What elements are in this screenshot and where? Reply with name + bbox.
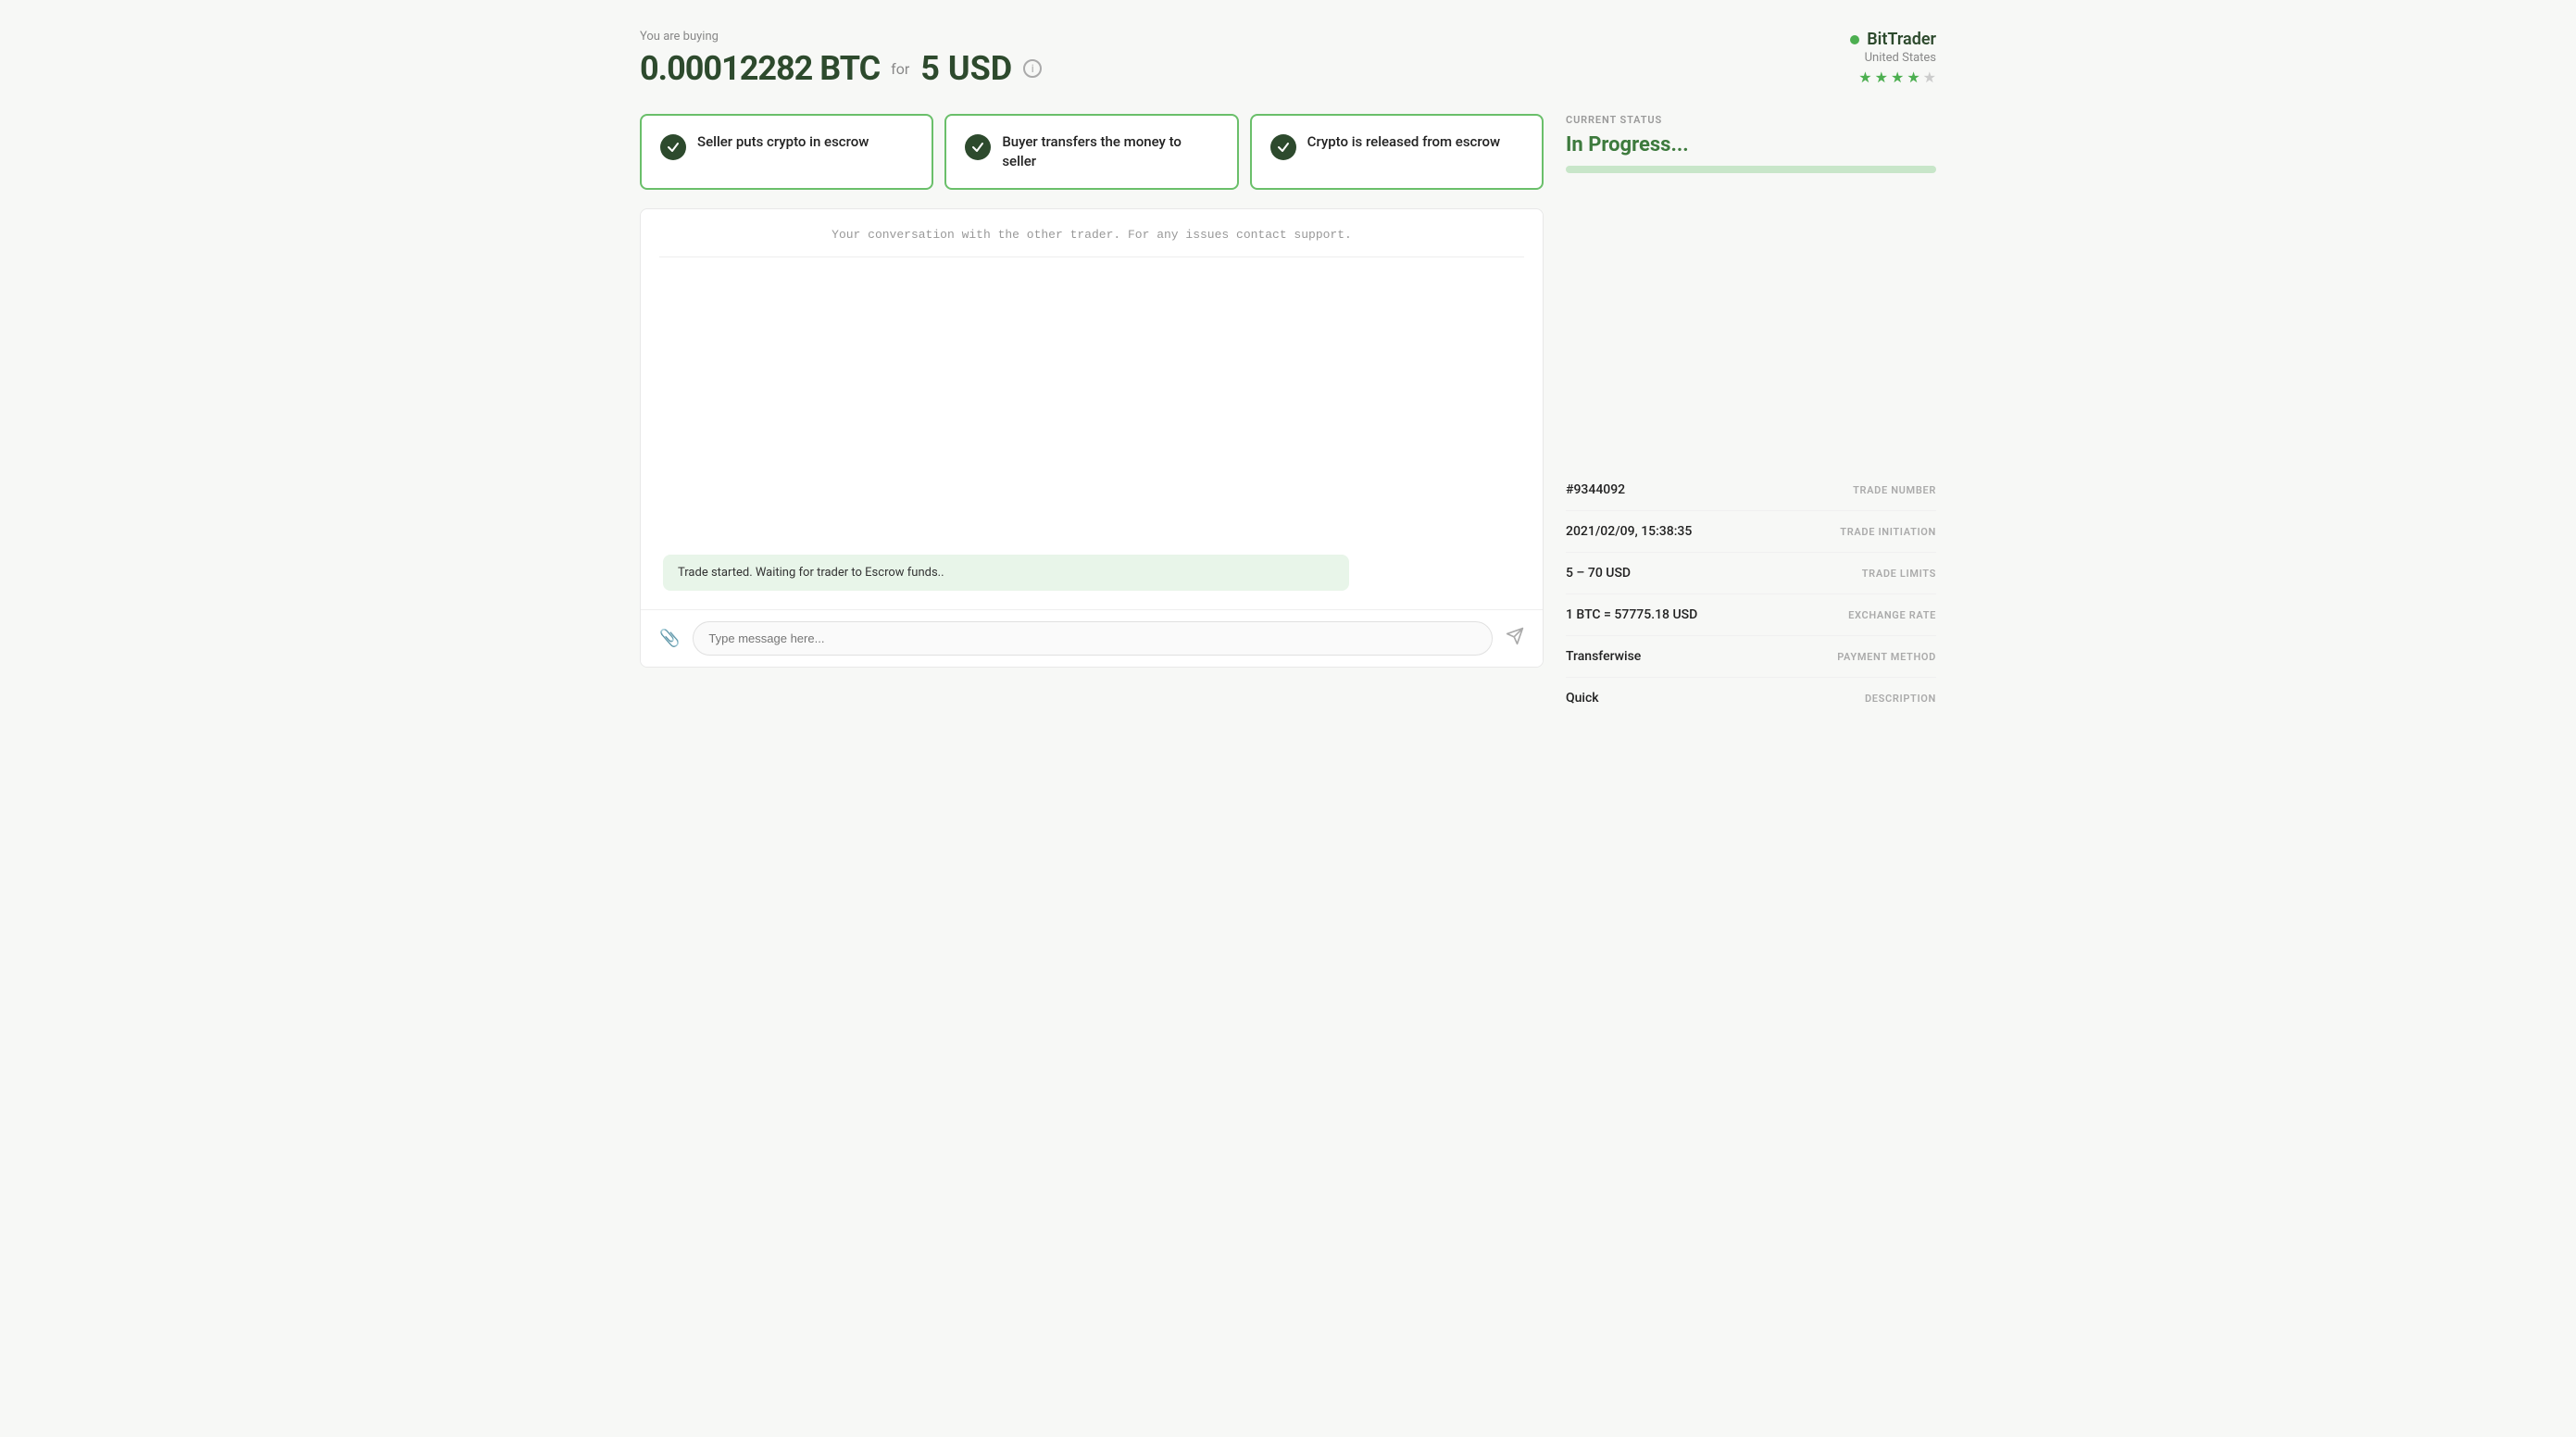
- step-card-1: Seller puts crypto in escrow: [640, 114, 933, 190]
- detail-label-4: PAYMENT METHOD: [1837, 651, 1936, 663]
- star-1: ★: [1858, 69, 1871, 86]
- detail-row-0: #9344092 TRADE NUMBER: [1566, 469, 1936, 511]
- step-card-3: Crypto is released from escrow: [1250, 114, 1544, 190]
- detail-label-2: TRADE LIMITS: [1862, 568, 1936, 580]
- send-icon[interactable]: [1502, 623, 1528, 654]
- star-2: ★: [1875, 69, 1888, 86]
- trader-country: United States: [1850, 51, 1936, 65]
- main-content: Seller puts crypto in escrow Buyer trans…: [640, 114, 1936, 718]
- detail-label-0: TRADE NUMBER: [1853, 484, 1936, 496]
- detail-row-4: Transferwise PAYMENT METHOD: [1566, 636, 1936, 678]
- chat-messages: Trade started. Waiting for trader to Esc…: [641, 257, 1543, 609]
- trade-details: #9344092 TRADE NUMBER 2021/02/09, 15:38:…: [1566, 469, 1936, 718]
- trader-name: BitTrader: [1867, 30, 1936, 49]
- detail-value-2: 5 – 70 USD: [1566, 566, 1631, 581]
- detail-value-3: 1 BTC = 57775.18 USD: [1566, 607, 1697, 622]
- trader-stars: ★ ★ ★ ★ ★: [1850, 69, 1936, 86]
- detail-row-3: 1 BTC = 57775.18 USD EXCHANGE RATE: [1566, 594, 1936, 636]
- attach-icon[interactable]: 📎: [656, 625, 683, 652]
- star-5: ★: [1923, 69, 1936, 86]
- chat-input[interactable]: [693, 621, 1493, 656]
- step-check-2: [965, 134, 991, 160]
- trader-info: BitTrader United States ★ ★ ★ ★ ★: [1850, 30, 1936, 86]
- chat-header-text: Your conversation with the other trader.…: [641, 209, 1543, 256]
- status-value: In Progress...: [1566, 133, 1936, 156]
- detail-label-3: EXCHANGE RATE: [1848, 609, 1936, 621]
- trader-name-row: BitTrader: [1850, 30, 1936, 49]
- system-message: Trade started. Waiting for trader to Esc…: [663, 555, 1349, 591]
- status-section: CURRENT STATUS In Progress...: [1566, 114, 1936, 173]
- top-header: You are buying 0.00012282 BTC for 5 USD …: [640, 30, 1936, 88]
- step-label-1: Seller puts crypto in escrow: [697, 132, 869, 152]
- step-label-3: Crypto is released from escrow: [1307, 132, 1500, 152]
- status-bar: [1566, 166, 1936, 173]
- step-card-2: Buyer transfers the money to seller: [944, 114, 1238, 190]
- current-status-label: CURRENT STATUS: [1566, 114, 1936, 126]
- step-check-1: [660, 134, 686, 160]
- page-wrapper: You are buying 0.00012282 BTC for 5 USD …: [640, 30, 1936, 718]
- trader-online-dot: [1850, 35, 1859, 44]
- detail-value-0: #9344092: [1566, 482, 1625, 497]
- step-check-3: [1270, 134, 1296, 160]
- amount-line: 0.00012282 BTC for 5 USD i: [640, 49, 1042, 88]
- checkmark-icon-1: [667, 141, 680, 154]
- chat-panel: Your conversation with the other trader.…: [640, 208, 1544, 668]
- info-icon[interactable]: i: [1023, 59, 1042, 78]
- btc-amount: 0.00012282 BTC: [640, 49, 880, 88]
- detail-value-5: Quick: [1566, 691, 1599, 706]
- detail-label-5: DESCRIPTION: [1865, 693, 1936, 705]
- step-label-2: Buyer transfers the money to seller: [1002, 132, 1218, 171]
- for-text: for: [891, 60, 909, 78]
- usd-amount: 5 USD: [920, 49, 1012, 88]
- star-4: ★: [1907, 69, 1919, 86]
- detail-row-5: Quick DESCRIPTION: [1566, 678, 1936, 718]
- left-panel: Seller puts crypto in escrow Buyer trans…: [640, 114, 1544, 718]
- detail-row-2: 5 – 70 USD TRADE LIMITS: [1566, 553, 1936, 594]
- steps-row: Seller puts crypto in escrow Buyer trans…: [640, 114, 1544, 190]
- chat-input-row: 📎: [641, 609, 1543, 667]
- detail-row-1: 2021/02/09, 15:38:35 TRADE INITIATION: [1566, 511, 1936, 553]
- detail-value-1: 2021/02/09, 15:38:35: [1566, 524, 1692, 539]
- detail-label-1: TRADE INITIATION: [1840, 526, 1936, 538]
- buying-label: You are buying: [640, 30, 1042, 44]
- header-left: You are buying 0.00012282 BTC for 5 USD …: [640, 30, 1042, 88]
- checkmark-icon-2: [971, 141, 984, 154]
- detail-value-4: Transferwise: [1566, 649, 1641, 664]
- checkmark-icon-3: [1277, 141, 1290, 154]
- star-3: ★: [1891, 69, 1904, 86]
- right-panel: CURRENT STATUS In Progress... #9344092 T…: [1566, 114, 1936, 718]
